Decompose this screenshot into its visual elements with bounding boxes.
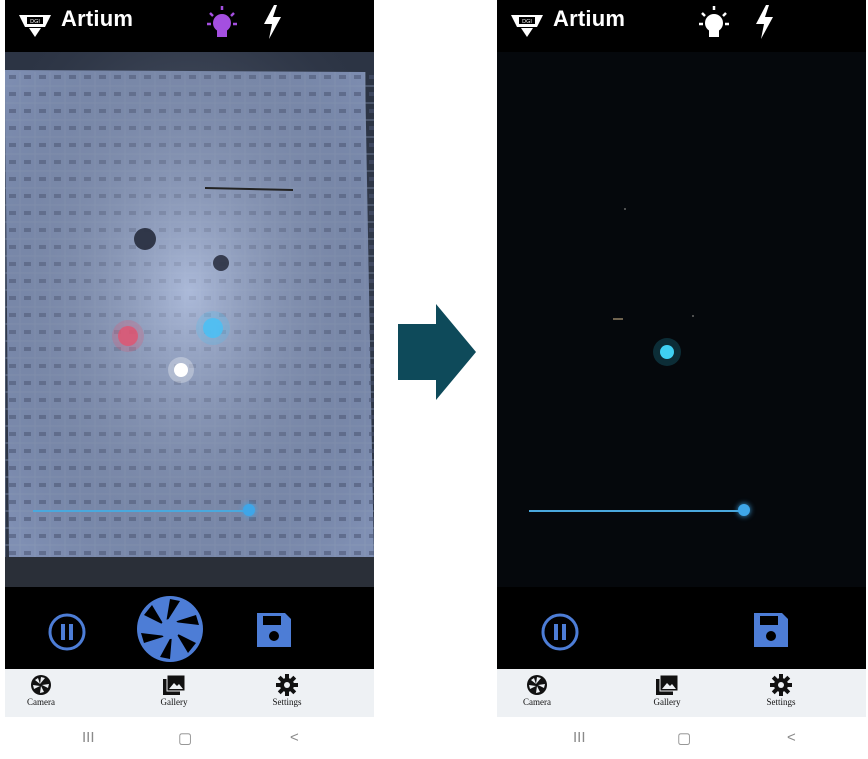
pause-button[interactable] bbox=[47, 612, 87, 652]
system-navigation-bar: III ▢ < bbox=[497, 717, 866, 759]
logo-icon: DGI bbox=[19, 15, 51, 37]
recents-button[interactable]: III bbox=[82, 729, 95, 746]
nav-gallery[interactable]: Gallery bbox=[139, 671, 209, 717]
nav-camera[interactable]: Camera bbox=[6, 671, 76, 717]
lightbulb-icon[interactable] bbox=[205, 4, 239, 42]
phone-screen-before: DGI Artium Camera Gallery Settings III ▢… bbox=[5, 0, 374, 759]
intensity-slider[interactable] bbox=[33, 510, 251, 512]
nav-gallery-label: Gallery bbox=[160, 697, 188, 707]
nav-gallery[interactable]: Gallery bbox=[632, 671, 702, 717]
home-button[interactable]: ▢ bbox=[677, 729, 691, 747]
top-bar: DGI Artium bbox=[497, 0, 866, 48]
logo-text: DGI bbox=[522, 19, 532, 25]
app-title: Artium bbox=[553, 6, 626, 31]
pause-button[interactable] bbox=[540, 612, 580, 652]
shutter-button[interactable] bbox=[136, 595, 204, 663]
nav-gallery-label: Gallery bbox=[653, 697, 681, 707]
nav-camera-label: Camera bbox=[27, 697, 55, 707]
nav-camera[interactable]: Camera bbox=[502, 671, 572, 717]
nav-settings-label: Settings bbox=[272, 697, 302, 707]
flash-icon[interactable] bbox=[261, 4, 283, 40]
camera-aperture-icon bbox=[31, 675, 51, 695]
camera-preview[interactable] bbox=[497, 52, 866, 587]
lightbulb-icon[interactable] bbox=[697, 4, 731, 42]
gallery-icon bbox=[656, 674, 679, 695]
camera-preview[interactable] bbox=[5, 52, 374, 587]
nav-settings[interactable]: Settings bbox=[746, 671, 816, 717]
intensity-slider-thumb[interactable] bbox=[243, 504, 255, 516]
nav-settings[interactable]: Settings bbox=[252, 671, 322, 717]
fluorescence-image bbox=[497, 52, 866, 587]
back-button[interactable]: < bbox=[787, 729, 796, 746]
phone-screen-after: DGI Artium Camera Gallery Settings III ▢… bbox=[497, 0, 866, 759]
save-button[interactable] bbox=[752, 611, 790, 649]
logo-icon: DGI bbox=[511, 15, 543, 37]
system-navigation-bar: III ▢ < bbox=[5, 717, 374, 759]
gear-icon bbox=[276, 674, 298, 696]
app-title: Artium bbox=[61, 6, 134, 31]
recents-button[interactable]: III bbox=[573, 729, 586, 746]
gallery-icon bbox=[163, 674, 186, 695]
logo-text: DGI bbox=[30, 19, 40, 25]
bottom-navigation: Camera Gallery Settings bbox=[497, 669, 866, 717]
gear-icon bbox=[770, 674, 792, 696]
save-button[interactable] bbox=[255, 611, 293, 649]
camera-aperture-icon bbox=[527, 675, 547, 695]
flash-icon[interactable] bbox=[753, 4, 775, 40]
nav-settings-label: Settings bbox=[766, 697, 796, 707]
camera-controls bbox=[5, 587, 374, 669]
back-button[interactable]: < bbox=[290, 729, 299, 746]
sample-grid-image bbox=[5, 52, 374, 587]
intensity-slider-thumb[interactable] bbox=[738, 504, 750, 516]
home-button[interactable]: ▢ bbox=[178, 729, 192, 747]
bottom-navigation: Camera Gallery Settings bbox=[5, 669, 374, 717]
top-bar: DGI Artium bbox=[5, 0, 374, 48]
nav-camera-label: Camera bbox=[523, 697, 551, 707]
camera-controls bbox=[497, 587, 866, 669]
transition-arrow-icon bbox=[398, 304, 476, 400]
intensity-slider[interactable] bbox=[529, 510, 743, 512]
